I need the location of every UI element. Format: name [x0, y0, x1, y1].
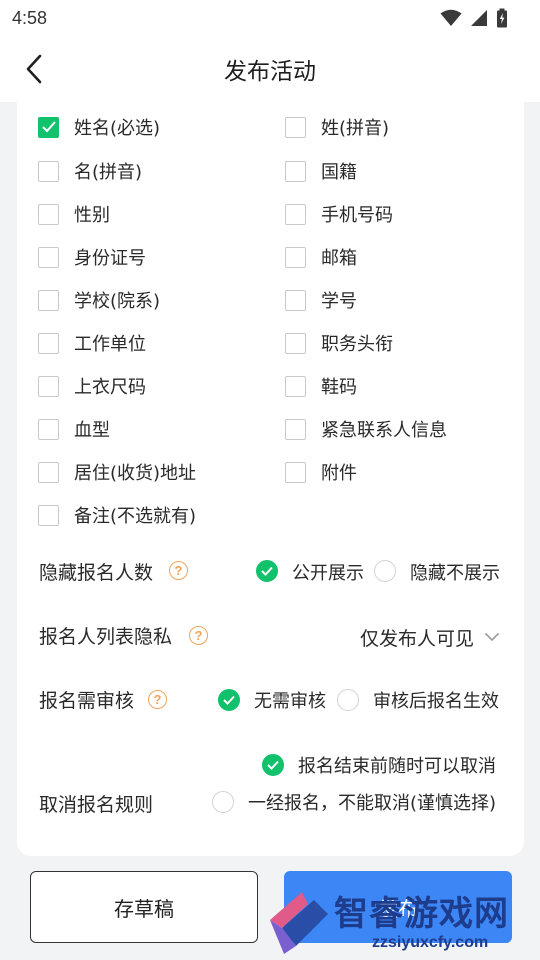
- checkbox[interactable]: [285, 203, 306, 225]
- field-label: 紧急联系人信息: [321, 420, 447, 441]
- checkbox[interactable]: [38, 160, 59, 182]
- radio-hide-display[interactable]: [374, 560, 396, 582]
- watermark-url: zzsiyuxcfy.com: [372, 934, 489, 951]
- cancel-rule-label: 取消报名规则: [39, 794, 154, 816]
- check-icon: [267, 760, 279, 770]
- help-icon[interactable]: ?: [189, 626, 208, 645]
- field-option-blood-type[interactable]: 血型: [38, 414, 110, 444]
- field-label: 工作单位: [74, 334, 146, 355]
- signal-icon: [471, 10, 487, 26]
- chevron-down-icon: [484, 632, 500, 642]
- field-option-attachment[interactable]: 附件: [285, 457, 357, 487]
- field-label: 学校(院系): [74, 291, 161, 312]
- checkbox[interactable]: [38, 289, 59, 311]
- field-option-job-title[interactable]: 职务头衔: [285, 328, 393, 358]
- radio-label-review-required[interactable]: 审核后报名生效: [373, 687, 499, 713]
- field-label: 鞋码: [321, 377, 357, 398]
- check-icon: [261, 566, 273, 576]
- field-option-id-number[interactable]: 身份证号: [38, 242, 146, 272]
- checkbox[interactable]: [285, 375, 306, 397]
- field-option-given-name-pinyin[interactable]: 名(拼音): [38, 156, 142, 186]
- field-label: 名(拼音): [74, 162, 143, 183]
- watermark-logo-icon: [270, 892, 328, 954]
- checkbox[interactable]: [285, 418, 306, 440]
- field-option-email[interactable]: 邮箱: [285, 242, 357, 272]
- radio-public-display[interactable]: [256, 560, 278, 582]
- checkbox[interactable]: [285, 289, 306, 311]
- radio-no-review[interactable]: [218, 689, 240, 711]
- radio-cancel-anytime[interactable]: [262, 754, 284, 776]
- save-draft-button[interactable]: 存草稿: [30, 871, 258, 943]
- field-option-school[interactable]: 学校(院系): [38, 285, 160, 315]
- field-option-shoe-size[interactable]: 鞋码: [285, 371, 357, 401]
- radio-no-cancel[interactable]: [212, 791, 234, 813]
- status-bar: 4:58: [0, 0, 540, 36]
- checkbox[interactable]: [38, 504, 59, 526]
- field-label: 姓名(必选): [74, 118, 161, 139]
- field-label: 邮箱: [321, 248, 357, 269]
- hide-count-label: 隐藏报名人数: [39, 562, 154, 584]
- field-label: 备注(不选就有): [74, 506, 197, 527]
- list-privacy-value: 仅发布人可见: [359, 627, 474, 650]
- field-label: 性别: [74, 205, 110, 226]
- checkbox[interactable]: [38, 116, 59, 138]
- checkbox[interactable]: [38, 246, 59, 268]
- battery-icon: [497, 8, 507, 28]
- checkbox[interactable]: [285, 116, 306, 138]
- field-option-shirt-size[interactable]: 上衣尺码: [38, 371, 146, 401]
- watermark-text: 智睿游戏网: [334, 894, 509, 934]
- field-label: 身份证号: [74, 248, 146, 269]
- field-label: 附件: [321, 463, 357, 484]
- list-privacy-label: 报名人列表隐私: [39, 626, 173, 648]
- field-label: 姓(拼音): [321, 118, 390, 139]
- nav-bar: 发布活动: [0, 36, 540, 102]
- checkbox[interactable]: [38, 461, 59, 483]
- radio-review-required[interactable]: [337, 689, 359, 711]
- checkbox[interactable]: [285, 461, 306, 483]
- field-option-remarks[interactable]: 备注(不选就有): [38, 500, 196, 530]
- help-icon[interactable]: ?: [169, 561, 188, 580]
- radio-label-no-cancel[interactable]: 一经报名，不能取消(谨慎选择): [248, 789, 496, 815]
- checkbox[interactable]: [285, 160, 306, 182]
- field-option-name[interactable]: 姓名(必选): [38, 112, 160, 142]
- help-icon[interactable]: ?: [148, 690, 167, 709]
- field-option-gender[interactable]: 性别: [38, 199, 110, 229]
- back-button[interactable]: [18, 52, 50, 86]
- field-option-address[interactable]: 居住(收货)地址: [38, 457, 196, 487]
- status-icons: [440, 8, 508, 28]
- field-label: 血型: [74, 420, 110, 441]
- field-label: 国籍: [321, 162, 357, 183]
- checkbox[interactable]: [38, 203, 59, 225]
- checkbox[interactable]: [38, 332, 59, 354]
- field-option-employer[interactable]: 工作单位: [38, 328, 146, 358]
- field-label: 居住(收货)地址: [74, 463, 197, 484]
- checkbox[interactable]: [285, 246, 306, 268]
- form-card: 姓名(必选) 姓(拼音) 名(拼音) 国籍 性别 手机号码 身份证号 邮箱 学校…: [17, 102, 524, 856]
- field-option-nationality[interactable]: 国籍: [285, 156, 357, 186]
- checkbox[interactable]: [38, 375, 59, 397]
- field-label: 学号: [321, 291, 357, 312]
- field-option-emergency-contact[interactable]: 紧急联系人信息: [285, 414, 447, 444]
- field-label: 职务头衔: [321, 334, 393, 355]
- field-label: 手机号码: [321, 205, 393, 226]
- radio-label-cancel-anytime[interactable]: 报名结束前随时可以取消: [298, 752, 496, 778]
- field-option-student-id[interactable]: 学号: [285, 285, 357, 315]
- watermark: 智睿游戏网 zzsiyuxcfy.com: [262, 880, 540, 960]
- page-title: 发布活动: [224, 59, 316, 85]
- checkbox[interactable]: [38, 418, 59, 440]
- check-icon: [41, 121, 56, 133]
- radio-label-public-display[interactable]: 公开展示: [292, 559, 364, 585]
- check-icon: [223, 695, 235, 705]
- wifi-icon: [440, 9, 462, 26]
- checkbox[interactable]: [285, 332, 306, 354]
- field-label: 上衣尺码: [74, 377, 146, 398]
- chevron-left-icon: [26, 54, 42, 84]
- radio-label-no-review[interactable]: 无需审核: [254, 687, 326, 713]
- review-label: 报名需审核: [39, 690, 135, 712]
- status-time: 4:58: [12, 7, 48, 28]
- field-option-phone[interactable]: 手机号码: [285, 199, 393, 229]
- radio-label-hide-display[interactable]: 隐藏不展示: [410, 559, 500, 585]
- field-option-surname-pinyin[interactable]: 姓(拼音): [285, 112, 389, 142]
- list-privacy-select[interactable]: 仅发布人可见: [360, 622, 500, 652]
